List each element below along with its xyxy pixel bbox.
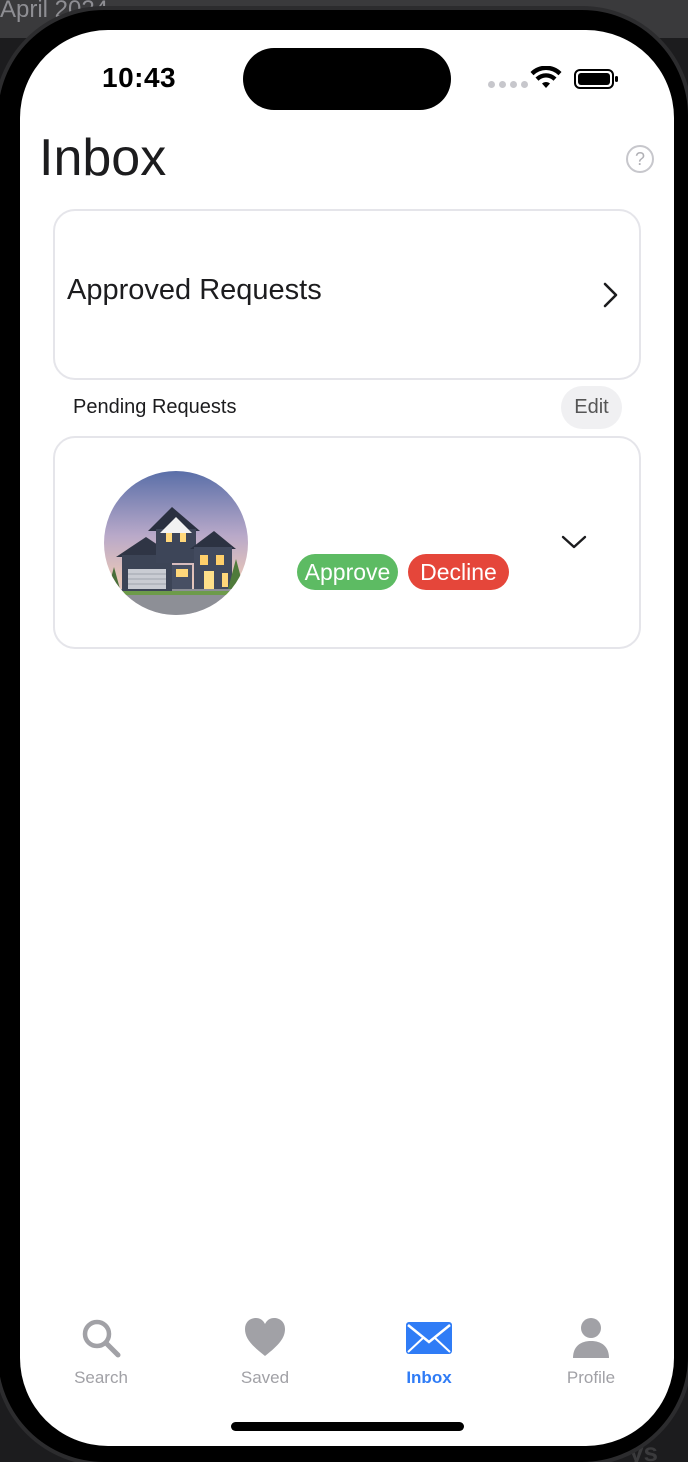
property-image bbox=[104, 471, 248, 615]
battery-icon bbox=[574, 69, 618, 89]
chevron-right-icon bbox=[603, 282, 618, 308]
tab-saved-label: Saved bbox=[240, 1368, 290, 1387]
heart-icon bbox=[245, 1318, 285, 1356]
dynamic-island bbox=[243, 48, 451, 110]
status-time: 10:43 bbox=[102, 62, 177, 93]
envelope-icon bbox=[406, 1322, 452, 1354]
tab-saved[interactable]: Saved bbox=[210, 1316, 320, 1388]
approve-button[interactable]: Approve bbox=[297, 554, 398, 590]
edit-button[interactable]: Edit bbox=[561, 386, 622, 429]
tab-search-label: Search bbox=[74, 1368, 128, 1387]
approved-requests-label: Approved Requests bbox=[67, 274, 322, 306]
help-icon[interactable]: ? bbox=[626, 145, 654, 173]
tab-inbox-label: Inbox bbox=[406, 1368, 452, 1387]
chevron-down-icon[interactable] bbox=[560, 532, 588, 552]
home-indicator[interactable] bbox=[231, 1422, 464, 1431]
tab-search[interactable]: Search bbox=[46, 1316, 156, 1388]
person-icon bbox=[573, 1318, 609, 1358]
tab-profile-label: Profile bbox=[566, 1368, 616, 1387]
pending-requests-label: Pending Requests bbox=[73, 396, 237, 418]
page-title: Inbox bbox=[39, 129, 167, 187]
decline-button[interactable]: Decline bbox=[408, 554, 509, 590]
tab-profile[interactable]: Profile bbox=[536, 1316, 646, 1388]
tab-inbox[interactable]: Inbox bbox=[374, 1316, 484, 1388]
wifi-icon bbox=[530, 66, 562, 88]
cellular-signal-icon bbox=[488, 81, 528, 88]
search-icon bbox=[82, 1319, 121, 1358]
